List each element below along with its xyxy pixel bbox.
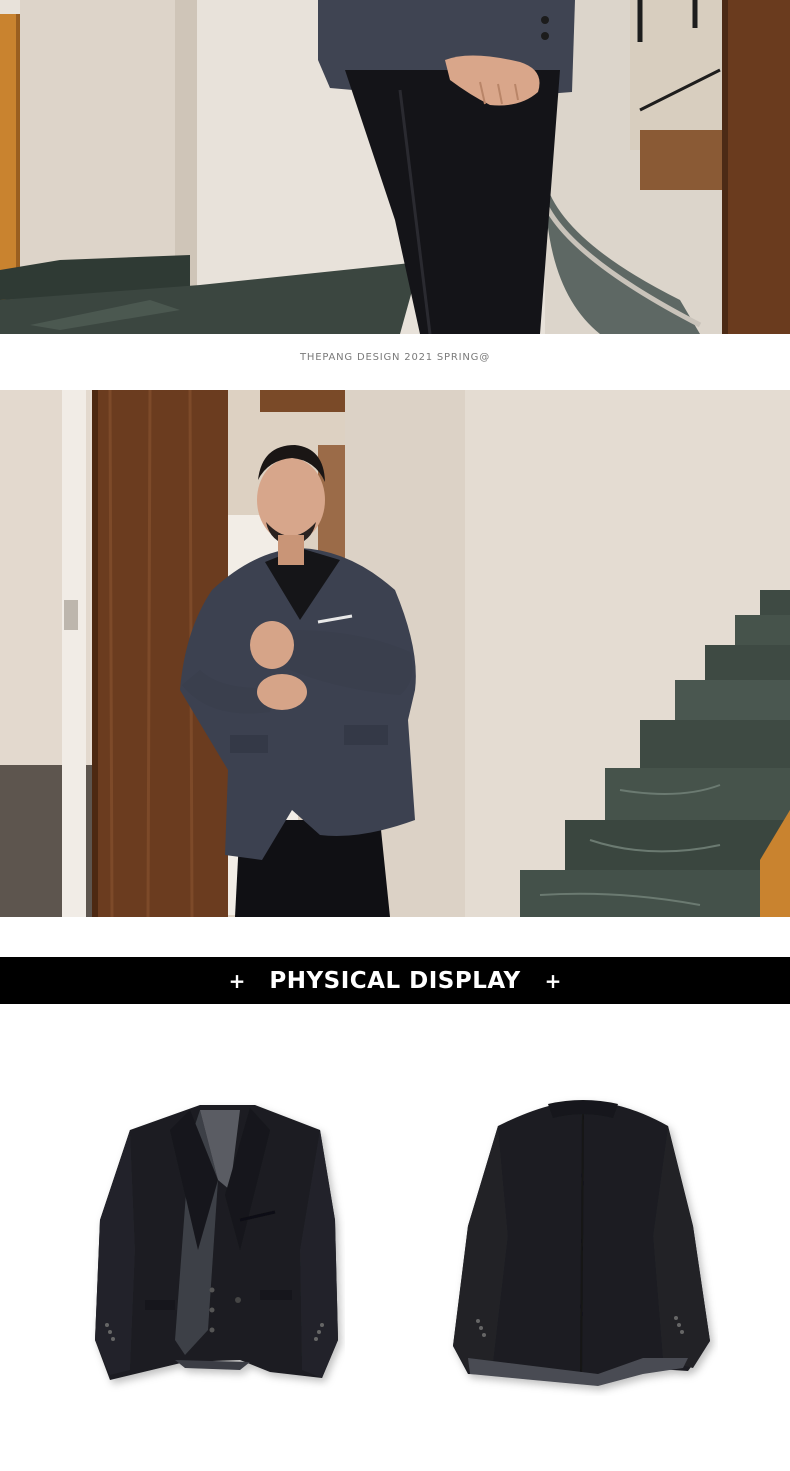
photo-caption: THEPANG DESIGN 2021 SPRING@ bbox=[299, 352, 491, 363]
section-title: PHYSICAL DISPLAY bbox=[269, 967, 521, 994]
product-display-area bbox=[0, 1004, 790, 1471]
plus-icon-left: + bbox=[228, 968, 246, 993]
jacket-back-image bbox=[448, 1096, 718, 1396]
jacket-front-image bbox=[90, 1100, 345, 1400]
section-header-bar: + PHYSICAL DISPLAY + bbox=[0, 957, 790, 1004]
model-photo-middle bbox=[0, 390, 790, 917]
plus-icon-right: + bbox=[544, 968, 562, 993]
model-photo-top bbox=[0, 0, 790, 334]
